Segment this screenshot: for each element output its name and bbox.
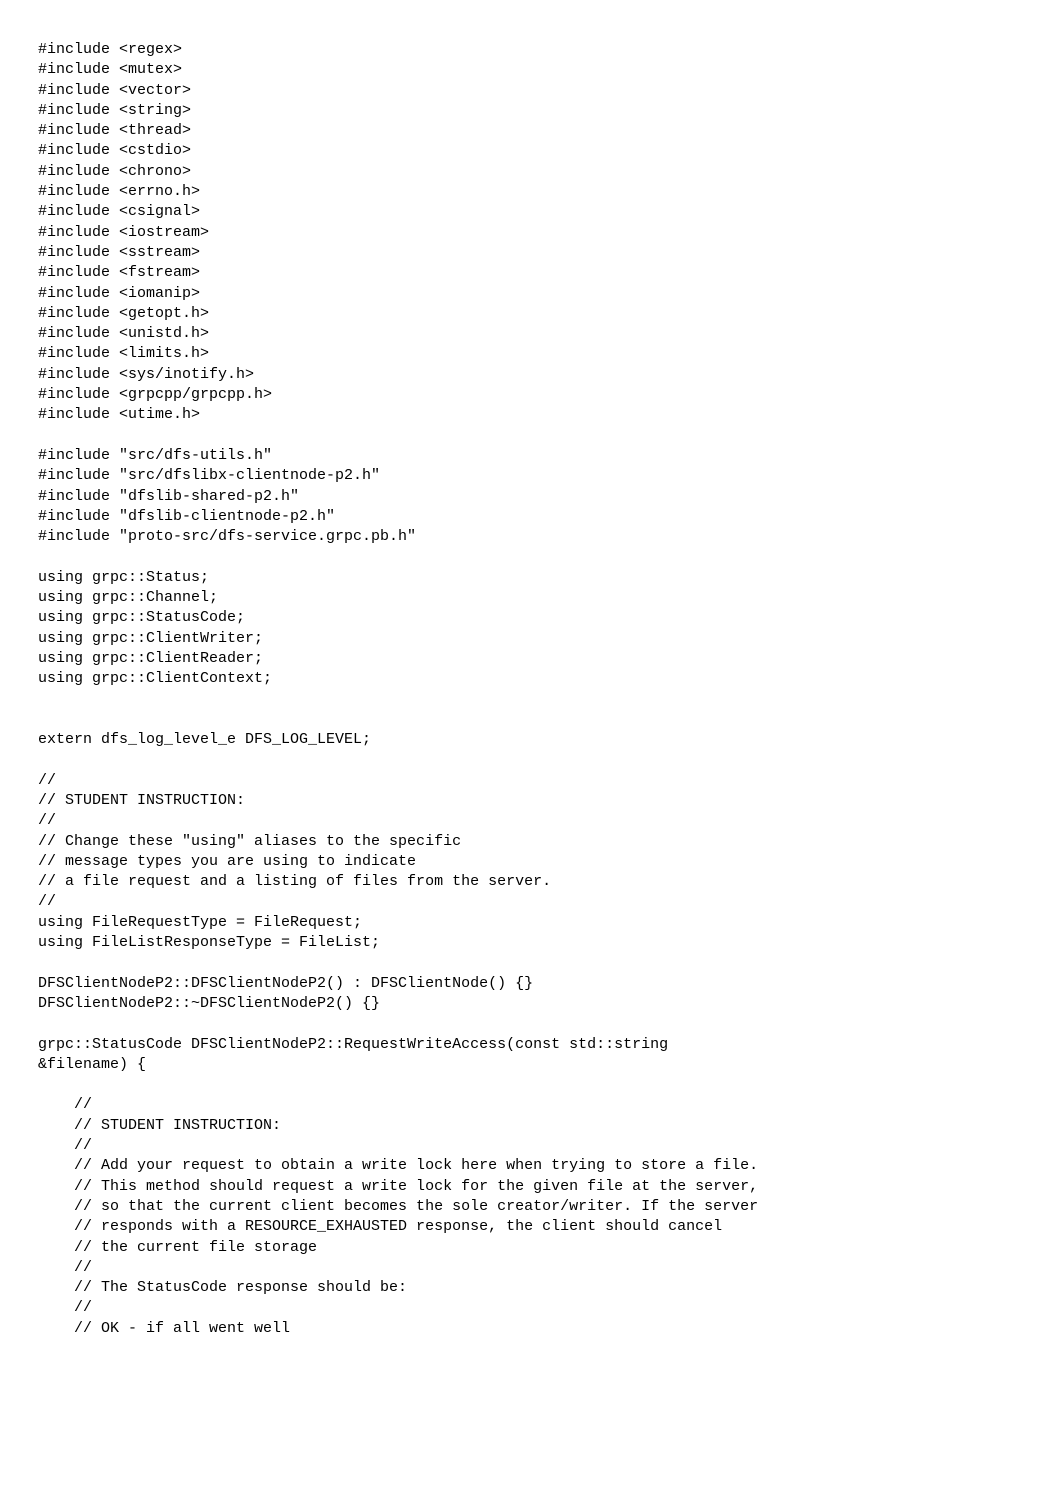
source-code-block: #include <regex> #include <mutex> #inclu…: [0, 0, 1062, 1379]
